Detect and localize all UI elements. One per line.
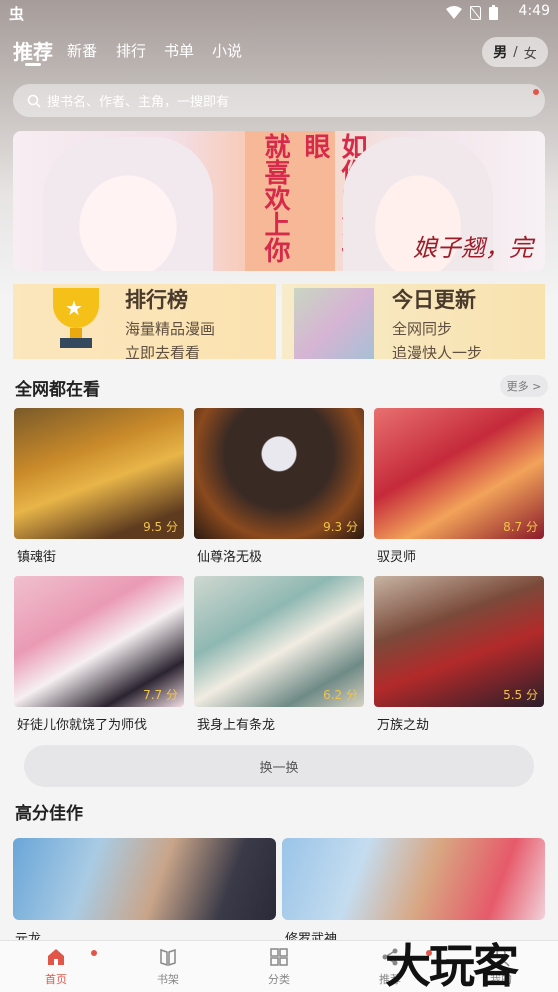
home-icon bbox=[48, 949, 64, 965]
clock: 4:49 bbox=[518, 3, 550, 19]
category-icon bbox=[270, 948, 288, 966]
ranking-promo-line1: 海量精品漫画 bbox=[125, 320, 216, 338]
ranking-promo-card[interactable]: ★ 排行榜 海量精品漫画 立即去看看 bbox=[13, 284, 276, 359]
comic-card[interactable]: 6.2 分 我身上有条龙 bbox=[194, 576, 364, 733]
banner-text-left: 就喜欢上你 bbox=[260, 133, 290, 263]
refresh-button[interactable]: 换一换 bbox=[24, 745, 534, 787]
comic-score: 9.5 分 bbox=[143, 520, 178, 534]
bottom-nav-bookshelf[interactable]: 书架 bbox=[133, 947, 203, 987]
comic-score: 9.3 分 bbox=[323, 520, 358, 534]
comic-title[interactable]: 万族之劫 bbox=[377, 714, 429, 733]
comic-score: 8.7 分 bbox=[503, 520, 538, 534]
comic-score: 5.5 分 bbox=[503, 688, 538, 702]
comic-title[interactable]: 镇魂街 bbox=[17, 546, 56, 565]
bookshelf-icon bbox=[160, 948, 176, 967]
app-notification-icon: 虫 bbox=[9, 5, 25, 23]
trophy-icon: ★ bbox=[43, 288, 109, 350]
comic-title[interactable]: 好徒儿你就饶了为师伐 bbox=[17, 714, 147, 733]
wifi-icon bbox=[446, 6, 462, 19]
comic-card[interactable]: 8.7 分 驭灵师 bbox=[374, 408, 544, 565]
section-title-popular: 全网都在看 bbox=[15, 380, 100, 400]
comic-cover[interactable]: 9.3 分 bbox=[194, 408, 364, 539]
section-title-top-rated: 高分佳作 bbox=[15, 804, 83, 824]
top-rated-cover[interactable] bbox=[282, 838, 545, 920]
search-placeholder: 搜书名、作者、主角，一搜即有 bbox=[47, 95, 230, 110]
search-icon bbox=[27, 94, 41, 108]
banner-carousel[interactable]: 就喜欢上你 如你的第一眼 娘子翘，完 bbox=[13, 131, 545, 271]
top-nav: 推荐 新番 排行 书单 小说 男 / 女 bbox=[0, 34, 558, 74]
gender-male[interactable]: 男 bbox=[493, 42, 507, 62]
bottom-nav-home[interactable]: 首页 bbox=[21, 947, 91, 987]
updates-promo-thumbnail bbox=[294, 288, 374, 359]
comic-title[interactable]: 仙尊洛无极 bbox=[197, 546, 262, 565]
comic-title[interactable]: 我身上有条龙 bbox=[197, 714, 275, 733]
updates-promo-card[interactable]: 今日更新 全网同步 追漫快人一步 bbox=[282, 284, 545, 359]
ranking-promo-line2: 立即去看看 bbox=[125, 344, 201, 359]
comic-cover[interactable]: 7.7 分 bbox=[14, 576, 184, 707]
status-bar: 虫 4:49 bbox=[0, 0, 558, 24]
comic-card[interactable]: 5.5 分 万族之劫 bbox=[374, 576, 544, 733]
battery-icon bbox=[489, 5, 498, 20]
search-notification-dot bbox=[533, 89, 539, 95]
gender-toggle[interactable]: 男 / 女 bbox=[482, 37, 548, 67]
home-badge-dot bbox=[91, 950, 97, 956]
bottom-nav-label: 分类 bbox=[268, 973, 290, 986]
gender-separator: / bbox=[513, 44, 518, 60]
comic-cover[interactable]: 9.5 分 bbox=[14, 408, 184, 539]
updates-promo-title: 今日更新 bbox=[392, 288, 476, 312]
tab-recommend[interactable]: 推荐 bbox=[13, 36, 53, 65]
comic-card[interactable]: 9.5 分 镇魂街 bbox=[14, 408, 184, 565]
more-button[interactable]: 更多 > bbox=[500, 375, 548, 397]
banner-signature: 娘子翘，完 bbox=[413, 234, 533, 262]
updates-promo-line2: 追漫快人一步 bbox=[392, 344, 483, 359]
bottom-nav-label: 首页 bbox=[45, 973, 67, 986]
gender-female[interactable]: 女 bbox=[524, 43, 537, 62]
comic-score: 6.2 分 bbox=[323, 688, 358, 702]
top-rated-cover[interactable] bbox=[13, 838, 276, 920]
comic-cover[interactable]: 6.2 分 bbox=[194, 576, 364, 707]
tab-novel[interactable]: 小说 bbox=[212, 40, 242, 61]
tab-ranking[interactable]: 排行 bbox=[116, 40, 146, 61]
ranking-promo-title: 排行榜 bbox=[125, 288, 188, 312]
comic-score: 7.7 分 bbox=[143, 688, 178, 702]
updates-promo-line1: 全网同步 bbox=[392, 320, 453, 338]
comic-title[interactable]: 驭灵师 bbox=[377, 546, 416, 565]
comic-cover[interactable]: 5.5 分 bbox=[374, 576, 544, 707]
search-input[interactable]: 搜书名、作者、主角，一搜即有 bbox=[13, 84, 545, 117]
bottom-nav-category[interactable]: 分类 bbox=[244, 947, 314, 987]
bottom-nav-label: 书架 bbox=[157, 973, 179, 986]
tab-booklist[interactable]: 书单 bbox=[164, 40, 194, 61]
active-tab-indicator bbox=[25, 63, 41, 66]
banner-character-left bbox=[43, 137, 213, 271]
watermark-logo: 大玩客 bbox=[385, 939, 519, 992]
no-sim-icon bbox=[470, 5, 481, 20]
system-icons bbox=[446, 5, 498, 20]
tab-new[interactable]: 新番 bbox=[67, 40, 97, 61]
comic-card[interactable]: 9.3 分 仙尊洛无极 bbox=[194, 408, 364, 565]
comic-card[interactable]: 7.7 分 好徒儿你就饶了为师伐 bbox=[14, 576, 184, 733]
comic-cover[interactable]: 8.7 分 bbox=[374, 408, 544, 539]
